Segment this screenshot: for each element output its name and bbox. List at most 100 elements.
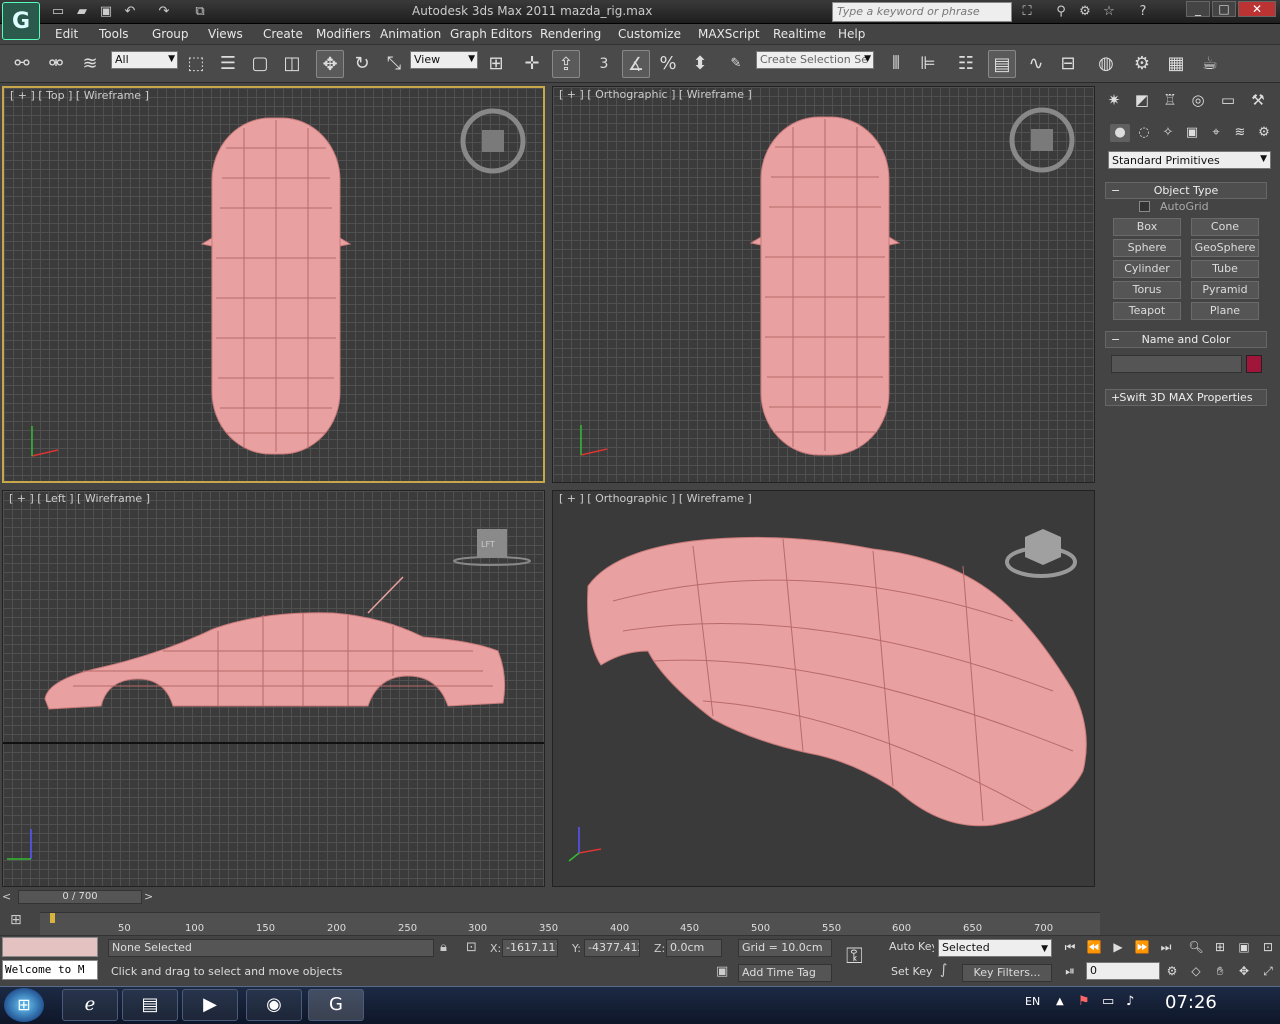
cameras-icon[interactable]: ▣	[1182, 124, 1202, 142]
show-hidden-icons-icon[interactable]: ▲	[1056, 996, 1064, 1007]
orbit-icon[interactable]: ✥	[1234, 962, 1254, 980]
geometry-icon[interactable]: ●	[1110, 124, 1130, 142]
z-coordinate-field[interactable]: 0.0cm	[666, 939, 722, 957]
select-and-scale-icon[interactable]: ⤡	[380, 50, 408, 78]
viewcube[interactable]	[482, 130, 504, 152]
taskbar-clock[interactable]: 07:26	[1165, 992, 1217, 1013]
viewport-orthographic-3d[interactable]: [ + ] [ Orthographic ] [ Wireframe ]	[552, 490, 1095, 887]
viewport-top[interactable]: [ + ] [ Top ] [ Wireframe ]	[2, 86, 545, 483]
select-and-rotate-icon[interactable]: ↻	[348, 50, 376, 78]
bind-space-warp-icon[interactable]: ≋	[76, 50, 104, 78]
key-filters-button[interactable]: Key Filters...	[962, 964, 1052, 982]
time-configuration-icon[interactable]: ⚙	[1162, 962, 1182, 980]
menu-tools[interactable]: Tools	[99, 27, 129, 41]
redo-icon[interactable]: ↷	[154, 3, 174, 21]
go-to-end-icon[interactable]: ⏭	[1156, 938, 1176, 956]
viewcube[interactable]	[1031, 129, 1053, 151]
menu-graph-editors[interactable]: Graph Editors	[450, 27, 532, 41]
x-coordinate-field[interactable]: -1617.111c	[502, 939, 558, 957]
key-mode-dropdown[interactable]: Selected ▼	[938, 939, 1052, 957]
menu-create[interactable]: Create	[263, 27, 303, 41]
display-tab-icon[interactable]: ▭	[1216, 90, 1240, 110]
spinner-snap-icon[interactable]: ⬍	[686, 50, 714, 78]
zoom-extents-all-icon[interactable]: ⊡	[1258, 938, 1278, 956]
space-warps-icon[interactable]: ≋	[1230, 124, 1250, 142]
menu-customize[interactable]: Customize	[618, 27, 681, 41]
select-and-move-icon[interactable]: ✥	[316, 50, 344, 78]
zoom-icon[interactable]: 🔍︎	[1186, 938, 1206, 956]
select-manipulate-icon[interactable]: ✛	[518, 50, 546, 78]
communication-icon[interactable]: ⚙	[1074, 2, 1096, 22]
media-player-icon[interactable]: ▶	[182, 989, 238, 1021]
binoculars-icon[interactable]: ⛶	[1016, 2, 1038, 22]
favorites-star-icon[interactable]: ☆	[1098, 2, 1120, 22]
track-bar-mini-curve-icon[interactable]: ⊞	[10, 912, 22, 928]
menu-animation[interactable]: Animation	[380, 27, 441, 41]
maximize-viewport-icon[interactable]: ⤢	[1258, 962, 1278, 980]
menu-maxscript[interactable]: MAXScript	[698, 27, 760, 41]
help-icon[interactable]: ?	[1132, 2, 1154, 22]
primitive-category-dropdown[interactable]: Standard Primitives ▼	[1108, 151, 1271, 169]
edit-named-selection-icon[interactable]: ✎	[722, 50, 750, 78]
snaps-toggle-icon[interactable]: 3	[590, 50, 618, 78]
geosphere-button[interactable]: GeoSphere	[1191, 239, 1259, 257]
menu-rendering[interactable]: Rendering	[540, 27, 601, 41]
rectangular-selection-icon[interactable]: ▢	[246, 50, 274, 78]
transform-mode-icon[interactable]: ⊡	[466, 940, 477, 955]
torus-button[interactable]: Torus	[1113, 281, 1181, 299]
current-frame-field[interactable]: 0	[1086, 962, 1160, 980]
subscription-icon[interactable]: ⚲	[1050, 2, 1072, 22]
percent-snap-icon[interactable]: %	[654, 50, 682, 78]
helpers-icon[interactable]: ⌖	[1206, 124, 1226, 142]
reference-coordinate-dropdown[interactable]: View ▼	[410, 51, 478, 69]
zoom-all-icon[interactable]: ⊞	[1210, 938, 1230, 956]
align-icon[interactable]: ⊫	[914, 50, 942, 78]
camera-app-icon[interactable]: ◉	[246, 989, 302, 1021]
selection-filter-dropdown[interactable]: All ▼	[111, 51, 178, 69]
select-object-icon[interactable]: ⬚	[182, 50, 210, 78]
box-button[interactable]: Box	[1113, 218, 1181, 236]
cylinder-button[interactable]: Cylinder	[1113, 260, 1181, 278]
cone-button[interactable]: Cone	[1191, 218, 1259, 236]
lights-icon[interactable]: ✧	[1158, 124, 1178, 142]
slider-prev-icon[interactable]: <	[2, 890, 11, 903]
menu-help[interactable]: Help	[838, 27, 865, 41]
language-indicator[interactable]: EN	[1025, 995, 1040, 1008]
project-folder-icon[interactable]: ⧉	[190, 3, 210, 21]
menu-edit[interactable]: Edit	[55, 27, 78, 41]
key-tangent-icon[interactable]: ∫	[940, 962, 947, 978]
graphite-ribbon-icon[interactable]: ▤	[988, 50, 1016, 78]
viewport-left[interactable]: [ + ] [ Left ] [ Wireframe ] LFT	[2, 490, 545, 887]
object-color-swatch[interactable]	[1246, 355, 1262, 373]
unlink-icon[interactable]: ⚮	[42, 50, 70, 78]
pyramid-button[interactable]: Pyramid	[1191, 281, 1259, 299]
set-key-button[interactable]: Set Key	[888, 964, 934, 982]
render-setup-icon[interactable]: ⚙	[1128, 50, 1156, 78]
play-icon[interactable]: ▶	[1108, 938, 1128, 956]
previous-frame-icon[interactable]: ⏪	[1084, 938, 1104, 956]
viewcube-3d[interactable]	[1005, 529, 1077, 578]
curve-editor-icon[interactable]: ∿	[1022, 50, 1050, 78]
zoom-extents-icon[interactable]: ▣	[1234, 938, 1254, 956]
plane-button[interactable]: Plane	[1191, 302, 1259, 320]
link-icon[interactable]: ⚯	[8, 50, 36, 78]
sphere-button[interactable]: Sphere	[1113, 239, 1181, 257]
rendered-frame-window-icon[interactable]: ▦	[1162, 50, 1190, 78]
time-tag-icon[interactable]: ▣	[716, 964, 728, 979]
3dsmax-taskbar-icon[interactable]: G	[308, 989, 364, 1021]
layer-manager-icon[interactable]: ☷	[952, 50, 980, 78]
shapes-icon[interactable]: ◌	[1134, 124, 1154, 142]
maximize-button[interactable]: □	[1212, 1, 1236, 17]
hierarchy-tab-icon[interactable]: ♖	[1158, 90, 1182, 110]
select-by-name-icon[interactable]: ☰	[214, 50, 242, 78]
tube-button[interactable]: Tube	[1191, 260, 1259, 278]
maxscript-listener-pink[interactable]	[2, 937, 98, 957]
slider-next-icon[interactable]: >	[144, 890, 153, 903]
motion-tab-icon[interactable]: ◎	[1186, 90, 1210, 110]
modify-tab-icon[interactable]: ◩	[1130, 90, 1154, 110]
pivot-center-icon[interactable]: ⊞	[482, 50, 510, 78]
schematic-view-icon[interactable]: ⊟	[1054, 50, 1082, 78]
field-of-view-icon[interactable]: ◇	[1186, 962, 1206, 980]
key-mode-toggle-icon[interactable]: ⏯	[1060, 962, 1080, 980]
add-time-tag-button[interactable]: Add Time Tag	[738, 964, 832, 982]
